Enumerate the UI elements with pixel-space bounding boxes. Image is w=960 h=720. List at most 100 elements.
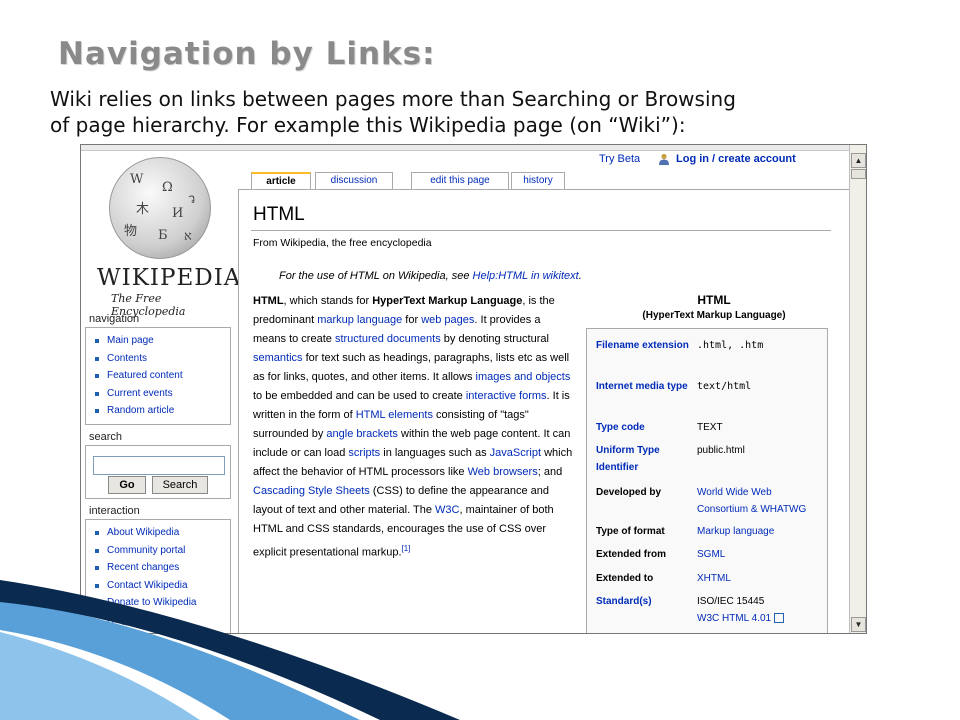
slide-subtitle: Wiki relies on links between pages more … <box>50 86 870 138</box>
infobox-value: public.html <box>697 445 745 456</box>
infobox-label[interactable]: Filename extension <box>596 337 691 354</box>
globe-glyph: Б <box>158 228 168 243</box>
nav-item-main-page[interactable]: Main page <box>90 332 230 350</box>
infobox-subtitle: (HyperText Markup Language) <box>642 310 786 321</box>
browser-toolbar-edge <box>81 145 866 151</box>
bullet-icon <box>95 531 99 535</box>
wikipedia-logo[interactable]: W Ω 木 И 物 Б ว א WIKIPEDIA The Free Encyc… <box>91 157 240 318</box>
navigation-list: Main page Contents Featured content Curr… <box>86 328 230 420</box>
nav-item-featured-content[interactable]: Featured content <box>90 367 230 385</box>
user-icon <box>659 153 669 165</box>
globe-glyph: Ω <box>162 180 173 195</box>
link-web-browsers[interactable]: Web browsers <box>468 466 538 478</box>
link-html-elements[interactable]: HTML elements <box>356 409 433 421</box>
bullet-icon <box>95 409 99 413</box>
login-link[interactable]: Log in / create account <box>676 153 796 165</box>
infobox-value[interactable]: World Wide Web Consortium & WHATWG <box>697 484 825 518</box>
link-interactive-forms[interactable]: interactive forms <box>466 390 547 402</box>
search-button[interactable]: Search <box>152 476 208 494</box>
infobox-label: Developed by <box>596 487 662 498</box>
infobox-value[interactable]: Markup language <box>697 523 825 540</box>
search-input[interactable] <box>93 456 225 475</box>
decorative-swoosh <box>0 580 460 720</box>
nav-item-label: Featured content <box>107 370 183 381</box>
tab-history[interactable]: history <box>511 172 565 189</box>
scrollbar-thumb[interactable] <box>851 169 866 179</box>
bullet-icon <box>95 566 99 570</box>
globe-glyph: א <box>184 229 192 244</box>
article-title: HTML <box>253 204 305 225</box>
tab-article[interactable]: article <box>251 172 311 190</box>
infobox-title: HTML <box>697 293 731 307</box>
infobox-value: TEXT <box>697 422 723 433</box>
navigation-portlet: Main page Contents Featured content Curr… <box>85 327 231 425</box>
interaction-item-about[interactable]: About Wikipedia <box>90 524 230 542</box>
from-wikipedia-note: From Wikipedia, the free encyclopedia <box>253 237 432 249</box>
puzzle-globe-icon: W Ω 木 И 物 Б ว א <box>109 157 211 259</box>
hatnote-link[interactable]: Help:HTML in wikitext <box>473 270 579 282</box>
reference-link[interactable]: [1] <box>402 544 411 553</box>
link-semantics[interactable]: semantics <box>253 352 303 364</box>
nav-item-label: Random article <box>107 405 175 416</box>
interaction-item-community-portal[interactable]: Community portal <box>90 542 230 560</box>
infobox-value[interactable]: SGML <box>697 546 825 563</box>
link-scripts[interactable]: scripts <box>348 447 380 459</box>
scroll-up-arrow-icon[interactable]: ▲ <box>851 153 866 168</box>
hatnote-text: . <box>578 270 582 282</box>
infobox-label[interactable]: Internet media type <box>596 378 691 395</box>
paragraph-text: ; and <box>537 466 563 478</box>
bullet-icon <box>95 356 99 361</box>
hatnote: For the use of HTML on Wikipedia, see He… <box>279 270 582 282</box>
link-w3c[interactable]: W3C <box>435 504 459 516</box>
bullet-icon <box>95 391 99 396</box>
bullet-icon <box>95 374 99 378</box>
search-portlet: Go Search <box>85 445 231 499</box>
paragraph-text: by denoting structural <box>440 333 549 345</box>
tab-discussion[interactable]: discussion <box>315 172 393 189</box>
interaction-item-recent-changes[interactable]: Recent changes <box>90 559 230 577</box>
paragraph-text: in languages such as <box>380 447 490 459</box>
link-markup-language[interactable]: markup language <box>317 314 402 326</box>
paragraph-text: to be embedded and can be used to create <box>253 390 466 402</box>
globe-glyph: W <box>130 172 144 187</box>
nav-item-label: Main page <box>107 335 154 346</box>
title-divider <box>251 230 831 231</box>
wikipedia-wordmark: WIKIPEDIA <box>97 265 242 291</box>
article-content: HTML From Wikipedia, the free encycloped… <box>238 189 849 633</box>
go-button[interactable]: Go <box>108 476 146 494</box>
wikipedia-screenshot: W Ω 木 И 物 Б ว א WIKIPEDIA The Free Encyc… <box>80 144 867 634</box>
bold-term: HyperText Markup Language <box>372 295 523 307</box>
slide-subtitle-line-1: Wiki relies on links between pages more … <box>50 87 736 111</box>
interaction-heading: interaction <box>89 505 140 517</box>
bullet-icon <box>95 548 99 553</box>
vertical-scrollbar[interactable]: ▲ ▼ <box>849 145 866 633</box>
slide-subtitle-line-2: of page hierarchy. For example this Wiki… <box>50 113 686 137</box>
nav-item-current-events[interactable]: Current events <box>90 385 230 403</box>
tab-edit-this-page[interactable]: edit this page <box>411 172 509 189</box>
globe-glyph: И <box>172 206 184 221</box>
link-javascript[interactable]: JavaScript <box>490 447 541 459</box>
link-web-pages[interactable]: web pages <box>421 314 474 326</box>
search-heading: search <box>89 431 123 443</box>
nav-item-random-article[interactable]: Random article <box>90 402 230 420</box>
globe-glyph: ว <box>188 192 196 207</box>
infobox-label: Type of format <box>596 526 665 537</box>
infobox-value: .html, .htm <box>697 340 764 351</box>
slide-title: Navigation by Links: <box>58 36 436 72</box>
globe-glyph: 木 <box>136 202 150 217</box>
nav-item-label: Current events <box>107 387 173 399</box>
nav-item-label: Contents <box>107 352 148 364</box>
nav-item-contents[interactable]: Contents <box>90 350 230 368</box>
link-structured-documents[interactable]: structured documents <box>335 333 441 345</box>
globe-glyph: 物 <box>124 224 138 239</box>
paragraph-text: , which stands for <box>283 295 373 307</box>
infobox-label[interactable]: Uniform Type Identifier <box>596 442 691 476</box>
hatnote-text: For the use of HTML on Wikipedia, see <box>279 270 473 282</box>
link-cascading-style-sheets[interactable]: Cascading Style Sheets <box>253 485 370 497</box>
article-lead-paragraph: HTML, which stands for HyperText Markup … <box>253 292 575 563</box>
infobox-label[interactable]: Type code <box>596 419 691 436</box>
link-images-and-objects[interactable]: images and objects <box>476 371 571 383</box>
infobox-label: Extended from <box>596 549 667 560</box>
try-beta-link[interactable]: Try Beta <box>599 153 640 165</box>
link-angle-brackets[interactable]: angle brackets <box>326 428 398 440</box>
